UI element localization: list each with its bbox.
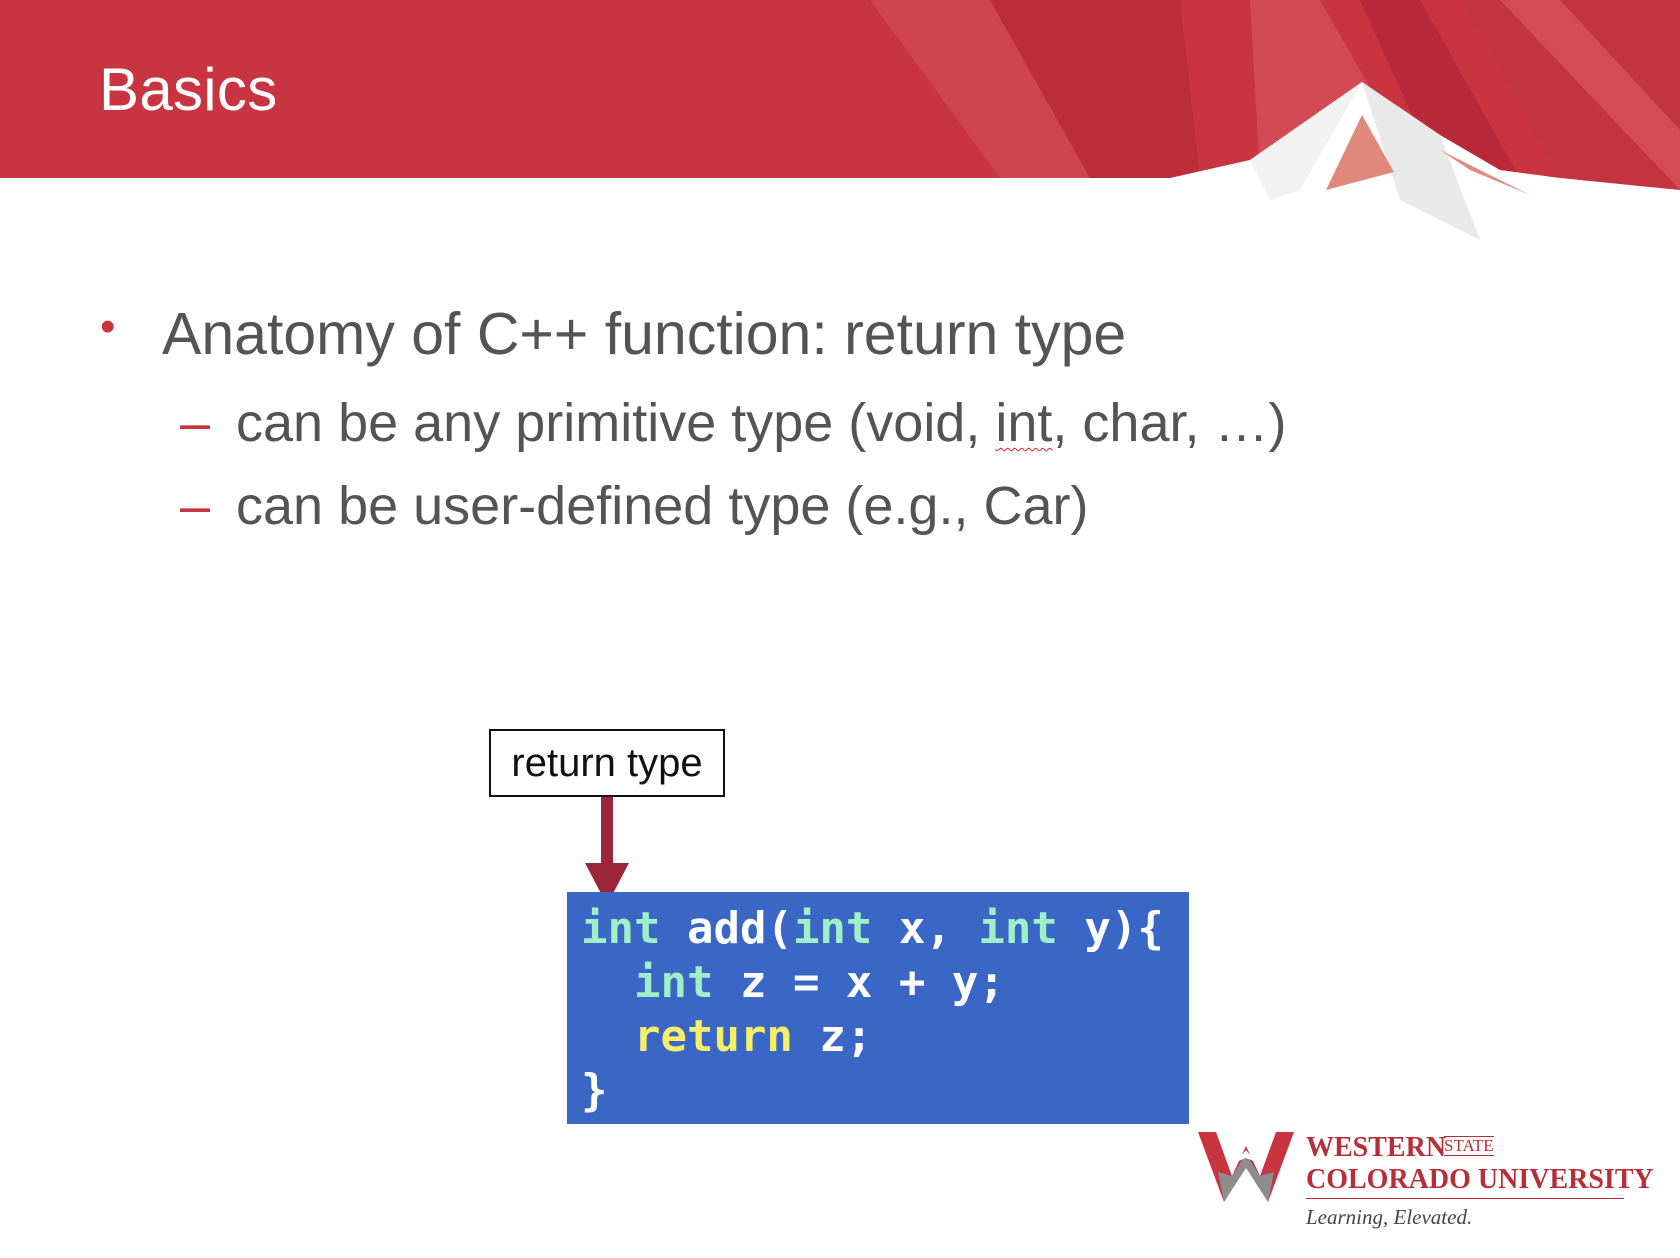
code-keyword: return — [633, 1011, 793, 1062]
main-bullet-text: Anatomy of C++ function: return type — [162, 301, 1127, 367]
sub-bullet-dash: – — [180, 476, 211, 536]
code-text: z; — [792, 1011, 873, 1062]
code-keyword: int — [978, 903, 1058, 954]
sub-bullet-text: can be any primitive type (void, int, ch… — [236, 392, 1286, 454]
code-keyword: int — [633, 957, 714, 1008]
bullet-dot: • — [100, 302, 116, 351]
code-snippet: int add(int x, int y){ int z = x + y; re… — [567, 892, 1189, 1124]
w-logo-icon — [1198, 1132, 1294, 1202]
return-type-callout: return type — [489, 729, 725, 797]
university-logo: WESTERN STATE COLORADO UNIVERSITY Learni… — [1196, 1130, 1654, 1230]
logo-tagline: Learning, Elevated. — [1306, 1205, 1473, 1229]
sub-bullet-dash: – — [180, 393, 211, 453]
logo-divider — [1306, 1198, 1624, 1199]
logo-state: STATE — [1444, 1136, 1494, 1156]
code-line: return z; — [581, 1010, 1189, 1064]
code-line: } — [581, 1064, 1189, 1118]
code-keyword: int — [581, 903, 661, 954]
code-line: int z = x + y; — [581, 956, 1189, 1010]
code-text: add( — [660, 903, 793, 954]
code-line: int add(int x, int y){ — [581, 902, 1189, 956]
sub-bullet-text-part: can be any primitive type (void, — [236, 393, 996, 453]
code-text: y){ — [1057, 903, 1164, 954]
sub-bullet-text-part: , char, …) — [1052, 393, 1287, 453]
slide-title: Basics — [99, 56, 278, 123]
logo-western: WESTERN — [1306, 1132, 1447, 1163]
spellcheck-flagged-word: int — [995, 393, 1053, 453]
down-arrow-icon — [585, 797, 629, 905]
header-banner — [0, 0, 1680, 250]
sub-bullet-text: can be user-defined type (e.g., Car) — [236, 476, 1089, 536]
code-text: x, — [872, 903, 979, 954]
code-keyword: int — [792, 903, 873, 954]
code-text: z = x + y; — [713, 957, 1005, 1008]
code-text: } — [581, 1065, 608, 1116]
logo-colorado-university: COLORADO UNIVERSITY — [1306, 1164, 1654, 1195]
